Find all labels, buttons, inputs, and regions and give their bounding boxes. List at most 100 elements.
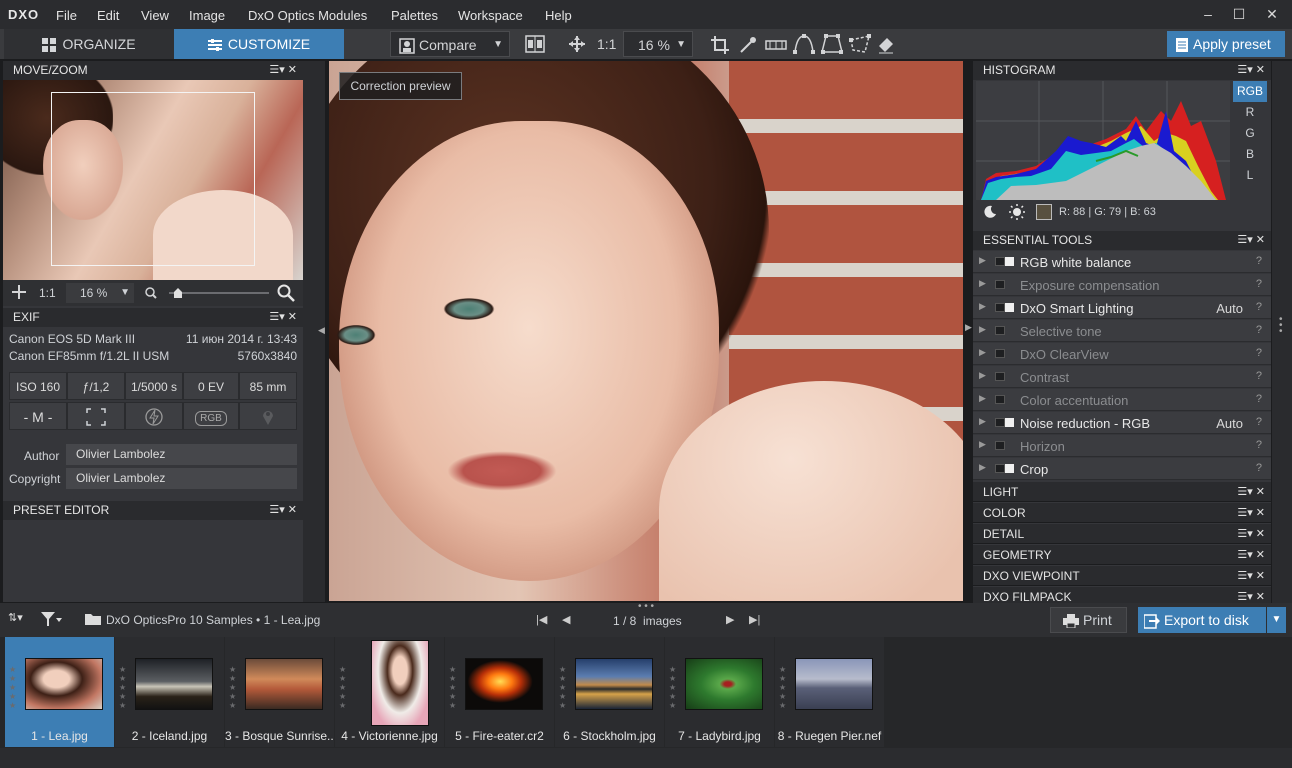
image-viewer[interactable]: Correction preview [329, 61, 963, 601]
tool-row[interactable]: ▶ DxO Smart Lighting Auto? [973, 297, 1271, 319]
menu-file[interactable]: File [56, 8, 77, 23]
help-icon[interactable]: ? [1256, 301, 1262, 313]
eraser-icon[interactable] [877, 36, 895, 54]
export-button[interactable]: Export to disk [1138, 607, 1266, 633]
zoom-select[interactable]: 16 % ▼ [623, 31, 693, 57]
maximize-button[interactable]: ☐ [1224, 2, 1254, 26]
palette-section[interactable]: GEOMETRY ☰▾ ✕ [973, 545, 1271, 565]
tab-customize[interactable]: CUSTOMIZE [174, 29, 344, 59]
minimize-button[interactable]: – [1193, 2, 1223, 26]
split-view-button[interactable] [525, 31, 547, 57]
expand-arrow-icon[interactable]: ▶ [979, 416, 986, 427]
help-icon[interactable]: ? [1256, 278, 1262, 290]
palette-section[interactable]: COLOR ☰▾ ✕ [973, 503, 1271, 523]
rating-stars[interactable]: ★ ★ ★ ★ ★ [449, 665, 456, 710]
panel-menu-icon[interactable]: ☰▾ ✕ [269, 501, 297, 520]
next-image-icon[interactable]: ▶ [726, 613, 734, 626]
last-image-icon[interactable]: ▶| [749, 613, 760, 626]
tool-checkbox[interactable] [995, 257, 1005, 266]
close-button[interactable]: ✕ [1257, 2, 1287, 26]
help-icon[interactable]: ? [1256, 439, 1262, 451]
move-tool[interactable] [569, 31, 587, 57]
collapse-left-icon[interactable]: ◀ [318, 325, 325, 336]
tool-row[interactable]: ▶ DxO ClearView? [973, 343, 1271, 365]
zoom-1-1-button[interactable]: 1:1 [597, 31, 616, 57]
panel-menu-icon[interactable]: ☰▾ ✕ [1237, 524, 1265, 544]
tool-checkbox[interactable] [995, 349, 1005, 358]
sort-icon[interactable]: ⇅▾ [8, 611, 23, 624]
panel-menu-icon[interactable]: ☰▾ ✕ [1237, 545, 1265, 565]
apply-preset-button[interactable]: Apply preset [1167, 31, 1285, 57]
help-icon[interactable]: ? [1256, 324, 1262, 336]
expand-arrow-icon[interactable]: ▶ [979, 393, 986, 404]
previous-image-icon[interactable]: ◀ [562, 613, 570, 626]
nav-zoom-select[interactable]: 16 % ▼ [66, 283, 134, 303]
palette-section[interactable]: LIGHT ☰▾ ✕ [973, 482, 1271, 502]
nav-zoom-1-1[interactable]: 1:1 [39, 286, 56, 300]
filter-icon[interactable] [40, 611, 62, 627]
tool-row[interactable]: ▶ Contrast? [973, 366, 1271, 388]
tool-row[interactable]: ▶ Crop? [973, 458, 1271, 480]
tool-row[interactable]: ▶ RGB white balance? [973, 251, 1271, 273]
filmstrip-item[interactable]: ★ ★ ★ ★ ★ 3 - Bosque Sunrise.... [225, 637, 334, 747]
help-icon[interactable]: ? [1256, 255, 1262, 267]
rating-stars[interactable]: ★ ★ ★ ★ ★ [229, 665, 236, 710]
expand-arrow-icon[interactable]: ▶ [979, 462, 986, 473]
panel-menu-icon[interactable]: ☰▾ ✕ [1237, 566, 1265, 586]
copyright-field[interactable]: Olivier Lambolez [66, 468, 297, 489]
move-icon[interactable] [12, 285, 26, 299]
menu-help[interactable]: Help [545, 8, 572, 23]
expand-arrow-icon[interactable]: ▶ [979, 278, 986, 289]
grip-icon[interactable]: • • • [1279, 315, 1283, 337]
panel-menu-icon[interactable]: ☰▾ ✕ [1237, 231, 1265, 250]
tool-row[interactable]: ▶ Exposure compensation? [973, 274, 1271, 296]
tool-checkbox[interactable] [995, 280, 1005, 289]
tool-checkbox[interactable] [995, 395, 1005, 404]
palette-section[interactable]: DETAIL ☰▾ ✕ [973, 524, 1271, 544]
navigator-preview[interactable] [3, 80, 303, 280]
breadcrumb[interactable]: DxO OpticsPro 10 Samples • 1 - Lea.jpg [106, 613, 320, 627]
help-icon[interactable]: ? [1256, 347, 1262, 359]
channel-r[interactable]: R [1233, 102, 1267, 123]
help-icon[interactable]: ? [1256, 370, 1262, 382]
filmstrip-item[interactable]: ★ ★ ★ ★ ★ 1 - Lea.jpg [5, 637, 114, 747]
perspective-icon[interactable] [821, 34, 843, 54]
expand-arrow-icon[interactable]: ▶ [979, 255, 986, 266]
panel-menu-icon[interactable]: ☰▾ ✕ [269, 61, 297, 80]
tool-checkbox[interactable] [995, 326, 1005, 335]
tab-organize[interactable]: ORGANIZE [4, 29, 174, 59]
menu-workspace[interactable]: Workspace [458, 8, 523, 23]
channel-g[interactable]: G [1233, 123, 1267, 144]
highlight-clipping-icon[interactable] [1009, 204, 1025, 220]
expand-arrow-icon[interactable]: ▶ [979, 370, 986, 381]
filmstrip-resize-handle[interactable]: • • • [638, 601, 654, 612]
horizon-icon[interactable] [765, 38, 787, 52]
help-icon[interactable]: ? [1256, 416, 1262, 428]
expand-arrow-icon[interactable]: ▶ [979, 439, 986, 450]
tool-checkbox[interactable] [995, 303, 1005, 312]
rating-stars[interactable]: ★ ★ ★ ★ ★ [559, 665, 566, 710]
tool-row[interactable]: ▶ Noise reduction - RGB Auto? [973, 412, 1271, 434]
help-icon[interactable]: ? [1256, 462, 1262, 474]
volume-deformation-icon[interactable] [793, 34, 815, 54]
zoom-slider[interactable] [169, 292, 269, 294]
channel-rgb[interactable]: RGB [1233, 81, 1267, 102]
tool-row[interactable]: ▶ Color accentuation? [973, 389, 1271, 411]
menu-image[interactable]: Image [189, 8, 225, 23]
tool-checkbox[interactable] [995, 372, 1005, 381]
export-dropdown-button[interactable]: ▼ [1267, 607, 1286, 633]
tool-row[interactable]: ▶ Horizon? [973, 435, 1271, 457]
tool-checkbox[interactable] [995, 418, 1005, 427]
filmstrip-item[interactable]: ★ ★ ★ ★ ★ 5 - Fire-eater.cr2 [445, 637, 554, 747]
navigator-frame[interactable] [51, 92, 255, 266]
panel-menu-icon[interactable]: ☰▾ ✕ [1237, 503, 1265, 523]
filmstrip-item[interactable]: ★ ★ ★ ★ ★ 7 - Ladybird.jpg [665, 637, 774, 747]
zoom-out-icon[interactable] [145, 287, 157, 299]
author-field[interactable]: Olivier Lambolez [66, 444, 297, 465]
help-icon[interactable]: ? [1256, 393, 1262, 405]
compare-button[interactable]: Compare ▼ [390, 31, 510, 57]
panel-menu-icon[interactable]: ☰▾ ✕ [269, 308, 297, 327]
rating-stars[interactable]: ★ ★ ★ ★ ★ [779, 665, 786, 710]
expand-arrow-icon[interactable]: ▶ [979, 347, 986, 358]
expand-arrow-icon[interactable]: ▶ [979, 301, 986, 312]
